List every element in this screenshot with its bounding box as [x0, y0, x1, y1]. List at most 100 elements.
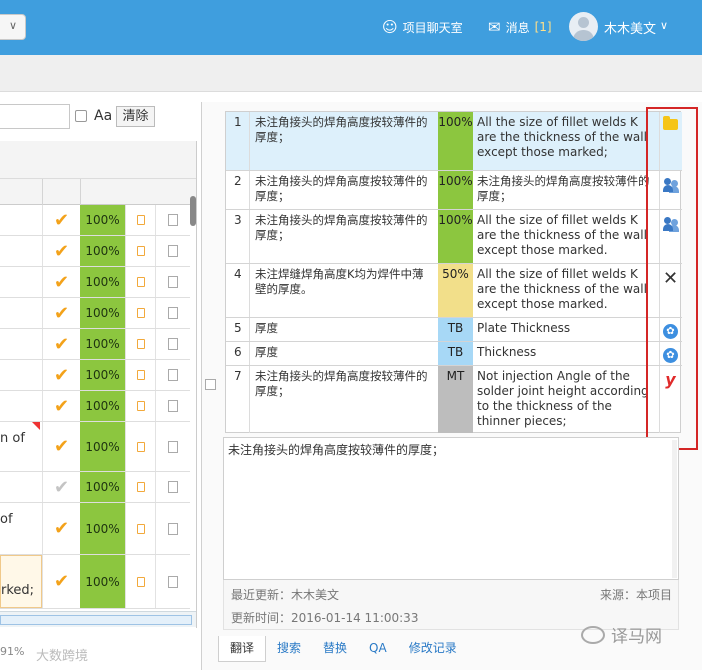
segment-text: rked; [0, 555, 42, 608]
table-row[interactable]: ✔ 100% [0, 205, 190, 236]
tab-replace[interactable]: 替换 [312, 636, 358, 662]
confirmed-check-icon[interactable]: ✔ [42, 329, 80, 359]
chat-room-link[interactable]: ☺ 项目聊天室 [382, 18, 463, 36]
tm-row-number: 4 [226, 264, 250, 317]
match-percent: 100% [80, 236, 125, 266]
tm-row-number: 2 [226, 171, 250, 209]
tm-target-text: All the size of fillet welds K are the t… [477, 115, 647, 159]
tm-row-number: 7 [226, 366, 250, 433]
table-row[interactable]: ✔ 100% [0, 472, 190, 503]
tm-match-score: 100% [438, 112, 473, 170]
document-icon[interactable] [155, 267, 190, 297]
tm-match-row[interactable]: 4 未注焊缝焊角高度K均为焊件中薄壁的厚度。 50% All the size … [226, 264, 682, 318]
note-icon[interactable] [125, 360, 155, 390]
tab-search[interactable]: 搜索 [266, 636, 312, 662]
confirmed-check-icon[interactable]: ✔ [42, 422, 80, 471]
document-icon[interactable] [155, 503, 190, 554]
tm-match-score: 50% [438, 264, 473, 317]
tm-match-row[interactable]: 3 未注角接头的焊角高度按较薄件的厚度； 100% All the size o… [226, 210, 682, 264]
origin-column-highlight [646, 107, 698, 450]
document-icon[interactable] [155, 422, 190, 471]
tm-match-row[interactable]: 7 未注角接头的焊角高度按较薄件的厚度； MT Not injection An… [226, 366, 682, 433]
tm-source-text: 未注焊缝焊角高度K均为焊件中薄壁的厚度。 [255, 267, 424, 296]
messages-label: 消息 [505, 20, 530, 35]
segment-text [0, 391, 42, 421]
chat-room-label: 项目聊天室 [402, 20, 463, 35]
tm-match-score: MT [438, 366, 473, 433]
vertical-scrollbar[interactable] [190, 196, 196, 226]
top-bar: ∨ ☺ 项目聊天室 ✉ 消息 [1] 木木美文 ∨ [0, 0, 702, 55]
note-icon[interactable] [125, 555, 155, 608]
document-icon[interactable] [155, 236, 190, 266]
avatar[interactable] [569, 12, 598, 41]
confirmed-check-icon[interactable]: ✔ [42, 236, 80, 266]
table-row[interactable]: ✔ 100% [0, 267, 190, 298]
tm-source-text: 厚度 [255, 321, 278, 335]
confirmed-check-icon[interactable]: ✔ [42, 360, 80, 390]
search-input[interactable] [0, 104, 70, 129]
editor-scrollbar[interactable] [672, 440, 677, 578]
clear-button[interactable]: 清除 [116, 106, 155, 127]
tab-qa[interactable]: QA [358, 636, 398, 662]
note-icon[interactable] [125, 205, 155, 235]
document-icon[interactable] [155, 298, 190, 328]
document-icon[interactable] [155, 391, 190, 421]
note-icon[interactable] [125, 422, 155, 471]
confirmed-check-icon[interactable]: ✔ [42, 267, 80, 297]
segment-text: of [0, 512, 13, 527]
horizontal-scrollbar[interactable] [0, 611, 196, 627]
messages-link[interactable]: ✉ 消息 [1] [488, 18, 552, 36]
tab-revision-history[interactable]: 修改记录 [398, 636, 468, 662]
tm-source-text: 未注角接头的焊角高度按较薄件的厚度； [255, 115, 428, 144]
confirmed-check-icon[interactable]: ✔ [42, 391, 80, 421]
tm-match-row[interactable]: 1 未注角接头的焊角高度按较薄件的厚度； 100% All the size o… [226, 112, 682, 171]
tm-match-row[interactable]: 6 厚度 TB Thickness ✿ [226, 342, 682, 366]
match-case-checkbox[interactable] [75, 110, 87, 122]
tm-target-text: 未注角接头的焊角高度按较薄件的厚度； [477, 174, 650, 203]
unconfirmed-check-icon[interactable]: ✔ [42, 472, 80, 502]
tab-translate[interactable]: 翻译 [218, 636, 267, 662]
table-row[interactable]: ✔ 100% [0, 236, 190, 267]
match-percent: 100% [80, 298, 125, 328]
document-icon[interactable] [155, 555, 190, 608]
note-icon[interactable] [125, 472, 155, 502]
note-icon[interactable] [125, 503, 155, 554]
note-icon[interactable] [125, 236, 155, 266]
document-icon[interactable] [155, 472, 190, 502]
user-name[interactable]: 木木美文 [604, 18, 656, 37]
confirmed-check-icon[interactable]: ✔ [42, 503, 80, 554]
note-icon[interactable] [125, 298, 155, 328]
match-percent: 100% [80, 503, 125, 554]
document-icon[interactable] [155, 360, 190, 390]
last-updated-by: 最近更新：木木美文 [231, 588, 340, 602]
table-row[interactable]: ✔ 100% [0, 360, 190, 391]
watermark-text: 大数跨境 [36, 649, 89, 664]
panel-checkbox[interactable] [205, 379, 216, 390]
tm-row-number: 1 [226, 112, 250, 170]
tm-target-text: Plate Thickness [477, 321, 571, 335]
user-menu-chevron-icon[interactable]: ∨ [660, 19, 668, 32]
note-icon[interactable] [125, 391, 155, 421]
tm-row-number: 5 [226, 318, 250, 341]
table-row[interactable]: n of ✔ 100% [0, 422, 190, 472]
confirmed-check-icon[interactable]: ✔ [42, 555, 80, 608]
note-icon[interactable] [125, 329, 155, 359]
table-row[interactable]: ✔ 100% [0, 391, 190, 422]
document-icon[interactable] [155, 329, 190, 359]
project-dropdown[interactable]: ∨ [0, 14, 26, 40]
translation-editor[interactable]: 未注角接头的焊角高度按较薄件的厚度； [223, 437, 679, 580]
table-row[interactable]: ✔ 100% [0, 329, 190, 360]
comment-flag-icon [32, 422, 40, 430]
document-icon[interactable] [155, 205, 190, 235]
note-icon[interactable] [125, 267, 155, 297]
tm-row-number: 6 [226, 342, 250, 365]
column-divider [42, 179, 43, 205]
table-row[interactable]: of ✔ 100% [0, 503, 190, 555]
tm-match-row[interactable]: 5 厚度 TB Plate Thickness ✿ [226, 318, 682, 342]
table-row[interactable]: rked; ✔ 100% [0, 555, 190, 609]
confirmed-check-icon[interactable]: ✔ [42, 205, 80, 235]
tm-row-number: 3 [226, 210, 250, 263]
tm-match-row[interactable]: 2 未注角接头的焊角高度按较薄件的厚度； 100% 未注角接头的焊角高度按较薄件… [226, 171, 682, 210]
table-row[interactable]: ✔ 100% [0, 298, 190, 329]
confirmed-check-icon[interactable]: ✔ [42, 298, 80, 328]
